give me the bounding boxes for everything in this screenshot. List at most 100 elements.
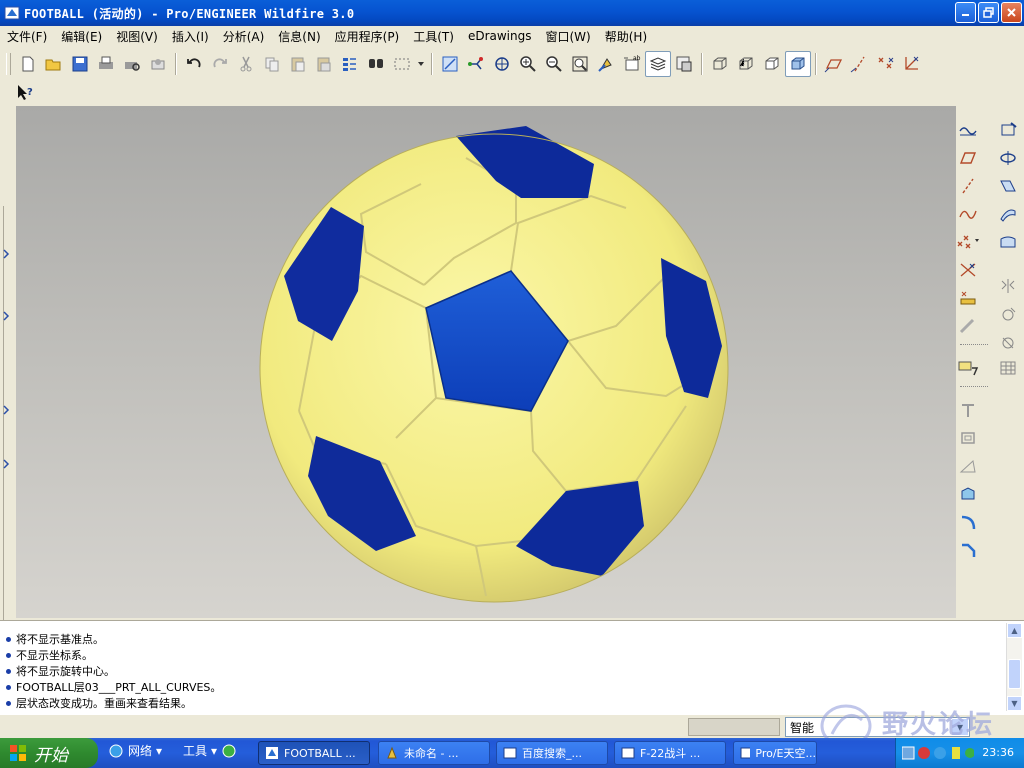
browser-icon [621,747,635,759]
sweep-button[interactable] [996,174,1020,198]
rib-button[interactable] [956,454,980,478]
revolve-button[interactable] [996,146,1020,170]
no-hidden-button[interactable] [759,51,785,77]
select-dropdown[interactable] [415,51,427,77]
cut-button[interactable] [233,51,259,77]
intersect-button[interactable] [996,330,1020,354]
task-button[interactable]: F-22战斗 ... [614,741,726,765]
datum-point-button[interactable] [956,230,980,254]
mirror-button[interactable] [996,274,1020,298]
zoom-in-button[interactable] [515,51,541,77]
merge-button[interactable] [996,302,1020,326]
spin-center-button[interactable] [463,51,489,77]
round-button[interactable] [956,510,980,534]
menu-analysis[interactable]: 分析(A) [216,28,272,45]
minimize-button[interactable] [955,2,976,23]
menu-info[interactable]: 信息(N) [271,28,327,45]
paste-special-button[interactable] [311,51,337,77]
football-model[interactable] [16,106,956,618]
print-preview-button[interactable] [119,51,145,77]
scroll-up-button[interactable]: ▲ [1007,623,1022,638]
datum-axis-button[interactable] [956,174,980,198]
shell-button[interactable] [956,426,980,450]
chevron-down-icon[interactable]: ▼ [952,719,968,735]
draft-button[interactable] [956,482,980,506]
task-button[interactable]: Pro/E天空... [733,741,817,765]
repaint-button[interactable] [437,51,463,77]
start-button[interactable]: 开始 [0,738,98,768]
clock[interactable]: 23:36 [982,746,1014,759]
open-folder-icon [45,59,61,71]
find-button[interactable] [363,51,389,77]
saved-views-button[interactable]: ab [619,51,645,77]
table-button[interactable] [996,356,1020,380]
menu-file[interactable]: 文件(F) [0,28,54,45]
menu-help[interactable]: 帮助(H) [598,28,654,45]
copy-button[interactable] [259,51,285,77]
restore-button[interactable] [978,2,999,23]
send-mail-button[interactable] [145,51,171,77]
datum-planes-icon [824,59,843,73]
context-help-button[interactable]: ? [12,79,38,105]
hidden-line-button[interactable] [733,51,759,77]
quicklaunch-tools[interactable]: 工具 ▾ [183,742,237,759]
csys-button[interactable] [956,258,980,282]
orient-button[interactable] [489,51,515,77]
datum-curve-icon [959,210,977,219]
undo-button[interactable] [181,51,207,77]
open-button[interactable] [41,51,67,77]
task-button[interactable]: 百度搜索_... [496,741,608,765]
select-box-button[interactable] [389,51,415,77]
save-button[interactable] [67,51,93,77]
menu-applications[interactable]: 应用程序(P) [328,28,407,45]
toolbar-grip[interactable] [6,53,11,75]
sketch-button[interactable] [996,118,1020,142]
blend-button[interactable] [996,202,1020,226]
hole-button[interactable] [956,398,980,422]
close-button[interactable] [1001,2,1022,23]
menu-edit[interactable]: 编辑(E) [54,28,109,45]
message-scrollbar[interactable]: ▲ ▼ [1006,623,1022,711]
datum-axes-button[interactable] [847,51,873,77]
redo-button[interactable] [207,51,233,77]
print-button[interactable] [93,51,119,77]
trim-button[interactable] [956,314,980,338]
sketch-curve-button[interactable] [956,118,980,142]
chamfer-button[interactable] [956,538,980,562]
quicklaunch-network[interactable]: 网络 ▾ [108,742,162,759]
wireframe-button[interactable] [707,51,733,77]
new-file-button[interactable] [15,51,41,77]
insert-mode-button[interactable] [956,356,980,380]
scroll-down-button[interactable]: ▼ [1007,696,1022,711]
navigator-toggle-icon[interactable] [1,246,11,566]
datum-points-button[interactable] [873,51,899,77]
paste-button[interactable] [285,51,311,77]
tray-icons[interactable] [902,745,974,761]
menu-view[interactable]: 视图(V) [109,28,165,45]
network-icon [109,744,123,757]
layers-button[interactable] [645,51,671,77]
scroll-thumb[interactable] [1008,659,1021,689]
analysis-feature-button[interactable] [956,286,980,310]
graphics-window[interactable] [16,106,956,618]
datum-curve-button[interactable] [956,202,980,226]
boundary-blend-button[interactable] [996,230,1020,254]
message-line: 不显示坐标系。 [6,647,93,663]
view-manager-button[interactable] [671,51,697,77]
shading-button[interactable] [785,51,811,77]
coordinate-systems-button[interactable] [899,51,925,77]
menu-tools[interactable]: 工具(T) [406,28,461,45]
datum-plane-button[interactable] [956,146,980,170]
regenerate-button[interactable] [337,51,363,77]
refit-button[interactable] [567,51,593,77]
menu-edrawings[interactable]: eDrawings [461,29,539,43]
selection-filter[interactable]: 智能 ▼ [785,717,970,737]
menu-insert[interactable]: 插入(I) [165,28,216,45]
menu-window[interactable]: 窗口(W) [539,28,598,45]
datum-planes-button[interactable] [821,51,847,77]
datum-axis-icon [962,178,974,194]
zoom-out-button[interactable] [541,51,567,77]
task-button[interactable]: 未命名 - ... [378,741,490,765]
task-button[interactable]: FOOTBALL ... [258,741,370,765]
reorient-button[interactable] [593,51,619,77]
